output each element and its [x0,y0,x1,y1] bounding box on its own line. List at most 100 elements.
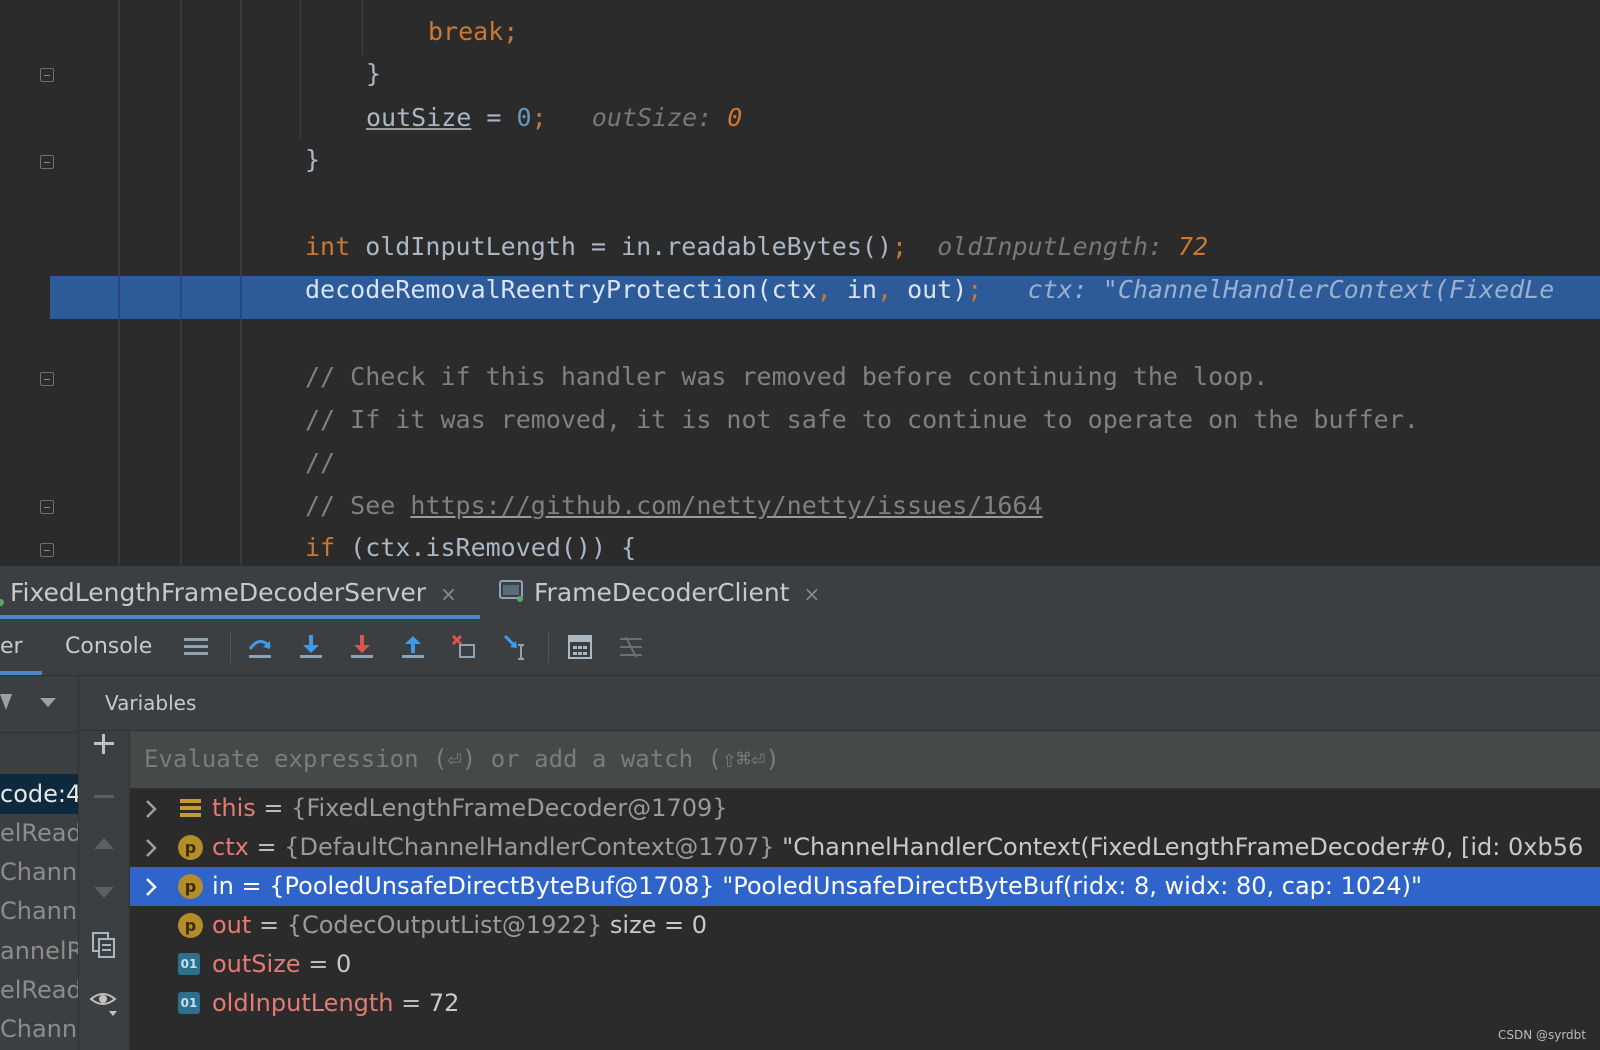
variable-name: in [212,872,234,900]
code-line: int oldInputLength = in.readableBytes();… [305,227,1208,267]
chevron-right-icon[interactable] [144,789,160,832]
variable-value: "ChannelHandlerContext(FixedLengthFrameD… [774,833,1584,861]
move-up-icon[interactable] [91,835,117,855]
variable-row-out[interactable]: p out = {CodecOutputList@1922} size = 0 [130,906,1600,945]
variable-row-outsize[interactable]: 01 outSize = 0 [130,945,1600,984]
code-token: (ctx.isRemoved()) { [335,533,637,562]
frame-item[interactable]: Chann [0,852,77,892]
comma-token: , [816,275,847,304]
gutter-separator [240,276,242,319]
primitive-icon: 01 [178,992,200,1014]
inline-value-hint: outSize: [591,103,713,132]
tab-console[interactable]: Console [65,619,152,675]
trace-stream-icon[interactable] [613,629,649,665]
fold-marker-icon[interactable] [40,500,54,514]
run-to-cursor-icon[interactable] [498,629,534,665]
step-over-icon[interactable] [242,629,278,665]
code-line-highlighted: decodeRemovalReentryProtection(ctx, in, … [305,270,1554,310]
tab-debugger[interactable]: er [0,619,42,675]
variable-row-this[interactable]: this = {FixedLengthFrameDecoder@1709} [130,789,1600,828]
frame-item[interactable]: Chann [0,891,77,931]
move-down-icon[interactable] [91,885,117,905]
toolbar-separator [548,631,549,663]
evaluate-expression-icon[interactable] [562,629,598,665]
equals-sign: = [251,911,287,939]
evaluate-expression-input[interactable] [144,731,1544,788]
keyword-token: int [305,232,351,261]
variable-value: size = 0 [602,911,708,939]
tab-fixed-length-server[interactable]: FixedLengthFrameDecoderServer × [0,566,480,619]
variable-name: oldInputLength [212,989,394,1017]
toolbar-separator [230,631,231,663]
frame-item[interactable]: Chann [0,1009,77,1049]
frame-item[interactable]: code:4 [0,774,78,814]
code-line: } [305,145,321,174]
tab-label: FrameDecoderClient [534,578,790,607]
variable-name: ctx [212,833,249,861]
fold-marker-icon[interactable] [40,68,54,82]
code-editor[interactable]: break; } outSize = 0; outSize: 0 } int o… [0,0,1600,565]
fold-marker-icon[interactable] [40,155,54,169]
frame-item[interactable]: annelR [0,931,78,971]
variable-text: in = {PooledUnsafeDirectByteBuf@1708} "P… [212,867,1422,906]
tab-frame-decoder-client[interactable]: FrameDecoderClient × [498,566,820,619]
chevron-down-icon[interactable] [38,694,58,713]
operator-token: = [471,103,517,132]
comment-line: // Check if this handler was removed bef… [305,362,1269,391]
code-line: if (ctx.isRemoved()) { [305,528,636,565]
copy-icon[interactable] [91,931,117,963]
variables-side-toolbar [79,731,130,1050]
comma-token: , [876,275,908,304]
add-watch-icon[interactable] [91,731,117,757]
gutter-separator [180,276,182,319]
fold-marker-icon[interactable] [40,543,54,557]
force-step-into-icon[interactable] [344,629,380,665]
code-line: break; [428,17,519,46]
debug-toolbar: er Console [0,619,1600,676]
variable-text: ctx = {DefaultChannelHandlerContext@1707… [212,828,1583,867]
code-token: in [846,275,877,304]
evaluate-expression-row [130,731,1600,789]
variable-type: {DefaultChannelHandlerContext@1707} [284,833,775,861]
close-icon[interactable]: × [803,582,820,606]
filter-icon[interactable] [0,688,14,718]
frame-item[interactable]: elRead [0,813,78,853]
show-execution-point-icon[interactable] [178,629,214,665]
console-window-icon [498,568,524,621]
parameter-icon: p [178,913,203,938]
variables-title: Variables [105,691,197,715]
equals-sign: = [255,794,292,822]
semicolon-token: ; [892,232,908,261]
equals-sign: = [300,950,336,978]
close-icon[interactable]: × [440,582,457,606]
step-out-icon[interactable] [395,629,431,665]
gutter-separator [118,276,120,319]
equals-sign: = [248,833,285,861]
inline-value: 0 [727,103,743,132]
semicolon-token: ; [967,275,983,304]
issue-link[interactable]: https://github.com/netty/netty/issues/16… [410,491,1042,520]
chevron-right-icon[interactable] [144,867,160,910]
variables-header: Variables [79,676,1600,731]
parameter-icon: p [178,874,203,899]
variable-name: outSize [212,950,301,978]
drop-frame-icon[interactable] [446,629,482,665]
variable-row-in[interactable]: p in = {PooledUnsafeDirectByteBuf@1708} … [130,867,1600,906]
fold-marker-icon[interactable] [40,372,54,386]
remove-watch-icon[interactable] [91,787,117,806]
equals-sign: = [393,989,429,1017]
chevron-right-icon[interactable] [144,828,160,871]
comment-line: // [305,448,336,477]
list-icon [178,796,203,821]
frame-item[interactable]: elRead [0,970,78,1010]
eye-icon[interactable] [89,987,119,1021]
variable-name: out [212,911,252,939]
code-line: outSize = 0; outSize: 0 [366,98,742,138]
variable-row-oldinputlength[interactable]: 01 oldInputLength = 72 [130,984,1600,1023]
variable-name: this [212,794,256,822]
running-indicator-icon [0,599,4,606]
step-into-icon[interactable] [293,629,329,665]
active-tab-indicator [0,671,42,675]
variable-row-ctx[interactable]: p ctx = {DefaultChannelHandlerContext@17… [130,828,1600,867]
variable-value: 0 [335,950,352,978]
